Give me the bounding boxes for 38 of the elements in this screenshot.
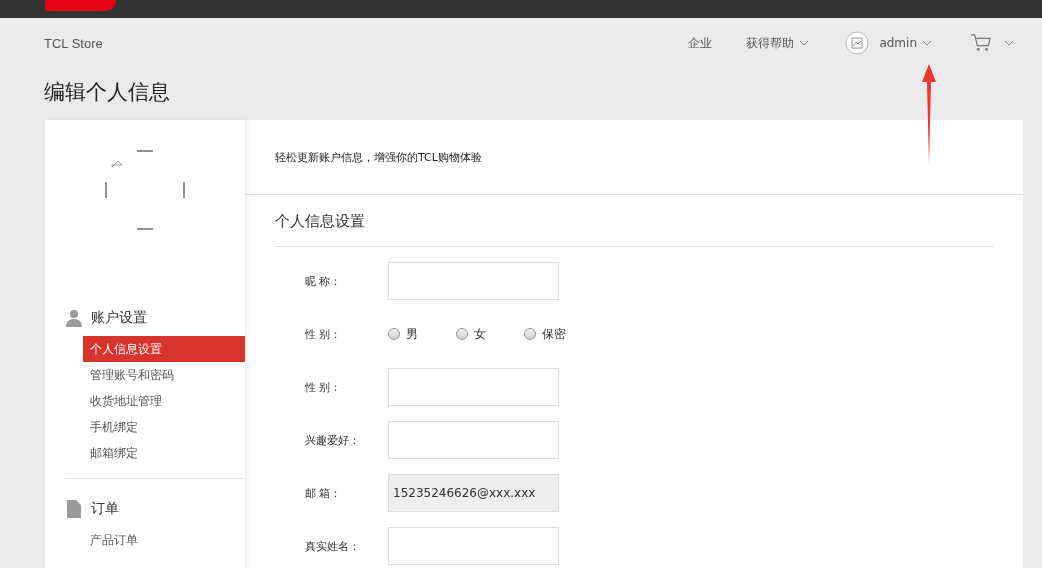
- sidebar-item[interactable]: 邮箱绑定: [83, 440, 245, 466]
- nav-link[interactable]: 获得帮助: [746, 34, 810, 52]
- radio-label: 女: [474, 325, 486, 343]
- logo-icon[interactable]: [45, 0, 116, 11]
- input-field[interactable]: [388, 262, 559, 300]
- field-label: 邮 箱：: [304, 485, 343, 501]
- user-menu[interactable]: admin: [879, 36, 932, 50]
- caret-icon: [922, 40, 932, 46]
- nav-link[interactable]: 企业: [688, 34, 713, 52]
- field-label: 真实姓名：: [304, 538, 361, 554]
- radio-label: 男: [406, 325, 418, 343]
- caret-icon: [799, 40, 810, 46]
- field-label: 性 别：: [304, 326, 343, 342]
- sidebar-item[interactable]: 产品订单: [83, 527, 245, 553]
- field-label: 性 别：: [304, 379, 343, 395]
- page-title: 编辑个人信息: [44, 79, 171, 106]
- section-title: 个人信息设置: [275, 195, 994, 247]
- input-field[interactable]: [388, 368, 559, 406]
- radio-button[interactable]: [388, 328, 400, 340]
- user-icon: [65, 309, 83, 327]
- intro-text: 轻松更新账户信息，增强你的TCL购物体验: [245, 120, 1023, 195]
- sidebar-item[interactable]: 收货地址管理: [83, 388, 245, 414]
- caret-icon[interactable]: [1004, 40, 1014, 46]
- sidebar-item[interactable]: 管理账号和密码: [83, 362, 245, 388]
- brand-name[interactable]: TCL Store: [44, 35, 103, 51]
- field-label: 昵 称：: [304, 273, 343, 289]
- sidebar-heading: 账户设置: [91, 309, 147, 327]
- document-icon: [65, 500, 83, 518]
- sidebar-heading: 订单: [91, 500, 119, 518]
- radio-button[interactable]: [456, 328, 468, 340]
- radio-label: 保密: [542, 325, 566, 343]
- cart-icon[interactable]: [970, 33, 992, 53]
- field-label: 兴趣爱好：: [304, 432, 361, 448]
- input-field[interactable]: [388, 421, 559, 459]
- sidebar-item[interactable]: 手机绑定: [83, 414, 245, 440]
- radio-button[interactable]: [524, 328, 536, 340]
- sidebar-item[interactable]: 个人信息设置: [83, 336, 245, 362]
- input-field[interactable]: [388, 527, 559, 565]
